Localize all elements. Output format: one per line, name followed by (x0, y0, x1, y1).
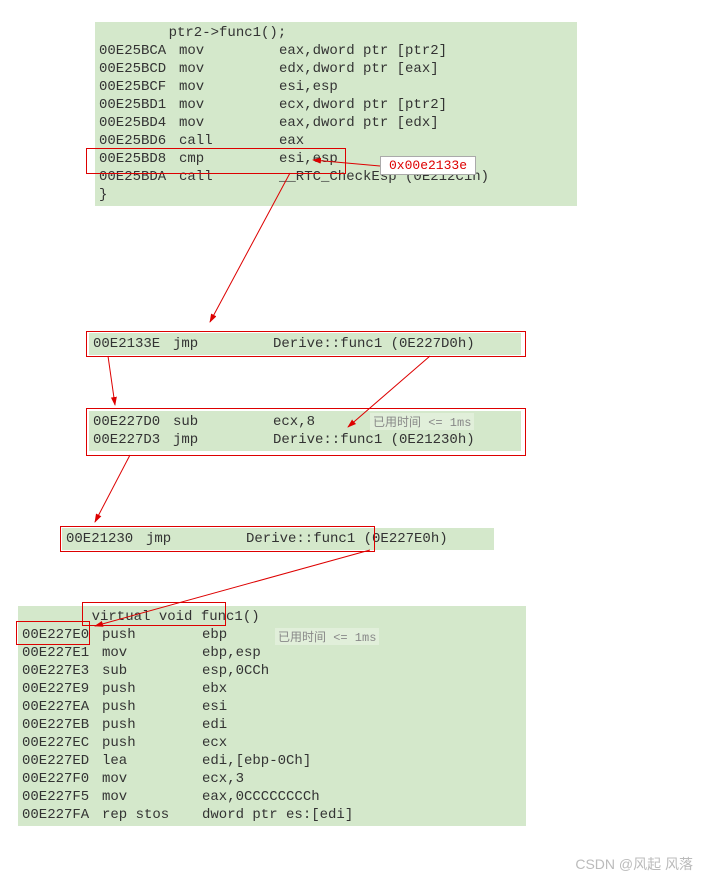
asm-row: 00E227E1movebp,esp (18, 644, 526, 662)
asm-row: 00E227FArep stosdword ptr es:[edi] (18, 806, 526, 824)
asm-row: 00E227F5moveax,0CCCCCCCCh (18, 788, 526, 806)
asm-row: 00E25BD1movecx,dword ptr [ptr2] (95, 96, 577, 114)
asm-row: 00E25BCFmovesi,esp (95, 78, 577, 96)
asm-row-jmp: 00E21230jmpDerive::func1 (0E227E0h) (62, 530, 494, 548)
asm-row: 00E25BCAmoveax,dword ptr [ptr2] (95, 42, 577, 60)
asm-row: 00E227EApushesi (18, 698, 526, 716)
asm-row: 00E227ECpushecx (18, 734, 526, 752)
asm-row: 00E227F0movecx,3 (18, 770, 526, 788)
asm-row: 00E227E3subesp,0CCh (18, 662, 526, 680)
source-line: virtual void func1() (18, 608, 526, 626)
asm-row-push-ebp: 00E227E0pushebp (18, 626, 526, 644)
asm-row: 00E227EDleaedi,[ebp-0Ch] (18, 752, 526, 770)
source-line: ptr2->func1(); (95, 24, 577, 42)
asm-row-call-eax: 00E25BD6calleax (95, 132, 577, 150)
closing-brace: } (95, 186, 577, 204)
asm-row-jmp: 00E227D3jmpDerive::func1 (0E21230h) (89, 431, 521, 449)
asm-block-1: ptr2->func1(); 00E25BCAmoveax,dword ptr … (95, 22, 577, 206)
asm-block-4: 00E21230jmpDerive::func1 (0E227E0h) (62, 528, 494, 550)
elapsed-time-tip: 已用时间 <= 1ms (370, 413, 474, 430)
asm-row: 00E25BCDmovedx,dword ptr [eax] (95, 60, 577, 78)
asm-row: 00E227E9pushebx (18, 680, 526, 698)
asm-row: 00E25BD8cmpesi,esp (95, 150, 577, 168)
asm-block-5: virtual void func1() 00E227E0pushebp 00E… (18, 606, 526, 826)
asm-row: 00E25BDAcall__RTC_CheckEsp (0E212C1h) (95, 168, 577, 186)
asm-row-jmp: 00E2133EjmpDerive::func1 (0E227D0h) (89, 335, 521, 353)
asm-row: 00E227EBpushedi (18, 716, 526, 734)
watermark: CSDN @风起 风落 (575, 854, 693, 874)
eax-value-tooltip: 0x00e2133e (380, 156, 476, 175)
asm-row: 00E25BD4moveax,dword ptr [edx] (95, 114, 577, 132)
elapsed-time-tip: 已用时间 <= 1ms (275, 628, 379, 645)
asm-block-2: 00E2133EjmpDerive::func1 (0E227D0h) (89, 333, 521, 355)
